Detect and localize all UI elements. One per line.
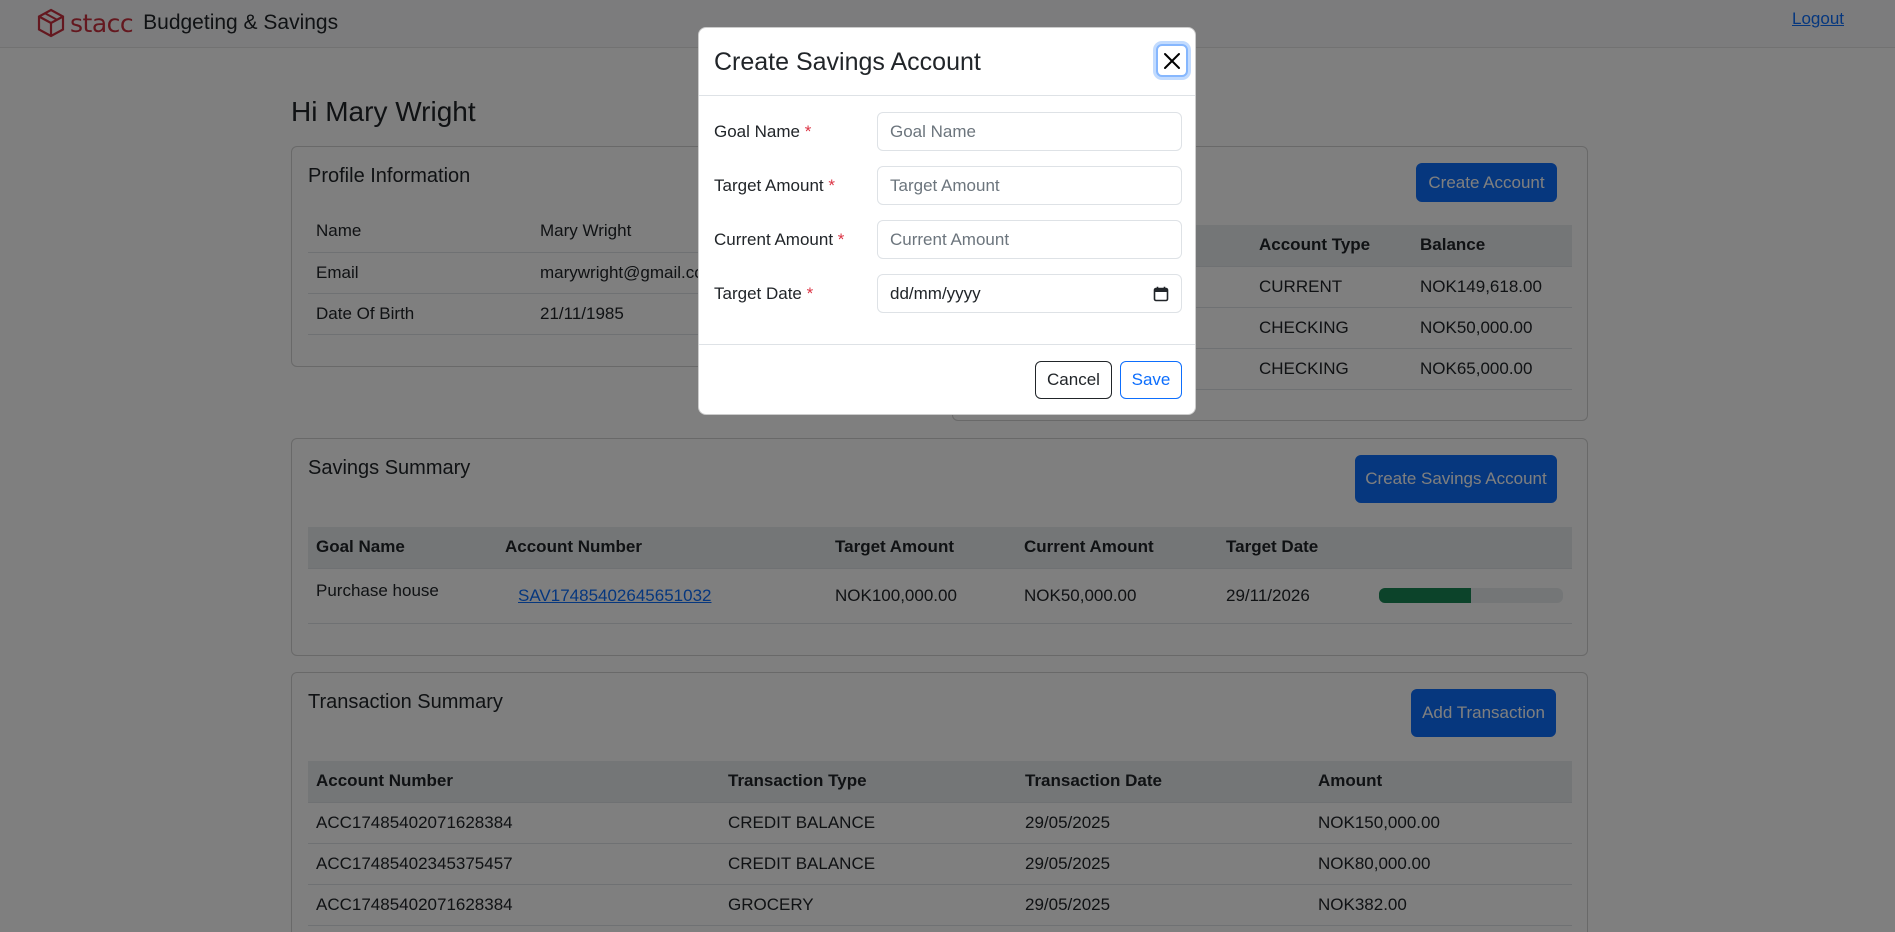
goal-name-label-text: Goal Name xyxy=(714,122,800,141)
target-amount-row: Target Amount * Target Amount xyxy=(714,166,1182,206)
create-savings-modal: Create Savings Account Goal Name * Goal … xyxy=(698,27,1196,415)
current-amount-input[interactable]: Current Amount xyxy=(877,220,1182,259)
close-button[interactable] xyxy=(1156,44,1188,77)
cancel-button[interactable]: Cancel xyxy=(1035,361,1112,399)
date-placeholder: dd/mm/yyyy xyxy=(890,283,981,303)
target-amount-label: Target Amount * xyxy=(714,176,835,196)
current-amount-label-text: Current Amount xyxy=(714,230,834,249)
target-amount-label-text: Target Amount xyxy=(714,176,824,195)
modal-title: Create Savings Account xyxy=(714,48,981,76)
modal-header: Create Savings Account xyxy=(699,28,1195,96)
modal-footer: Cancel Save xyxy=(699,344,1195,416)
close-icon xyxy=(1164,52,1180,69)
goal-name-input[interactable]: Goal Name xyxy=(877,112,1182,151)
required-mark: * xyxy=(828,176,835,195)
required-mark: * xyxy=(804,122,812,141)
required-mark: * xyxy=(806,284,814,303)
target-date-label: Target Date * xyxy=(714,284,813,304)
goal-name-row: Goal Name * Goal Name xyxy=(714,112,1182,152)
save-button[interactable]: Save xyxy=(1120,361,1182,399)
target-date-row: Target Date * dd/mm/yyyy xyxy=(714,274,1182,314)
current-amount-row: Current Amount * Current Amount xyxy=(714,220,1182,260)
required-mark: * xyxy=(837,230,845,249)
calendar-icon[interactable] xyxy=(1153,286,1169,302)
goal-name-label: Goal Name * xyxy=(714,122,811,142)
current-amount-label: Current Amount * xyxy=(714,230,844,250)
target-date-label-text: Target Date xyxy=(714,284,802,303)
target-amount-input[interactable]: Target Amount xyxy=(877,166,1182,205)
target-date-input[interactable]: dd/mm/yyyy xyxy=(877,274,1182,313)
